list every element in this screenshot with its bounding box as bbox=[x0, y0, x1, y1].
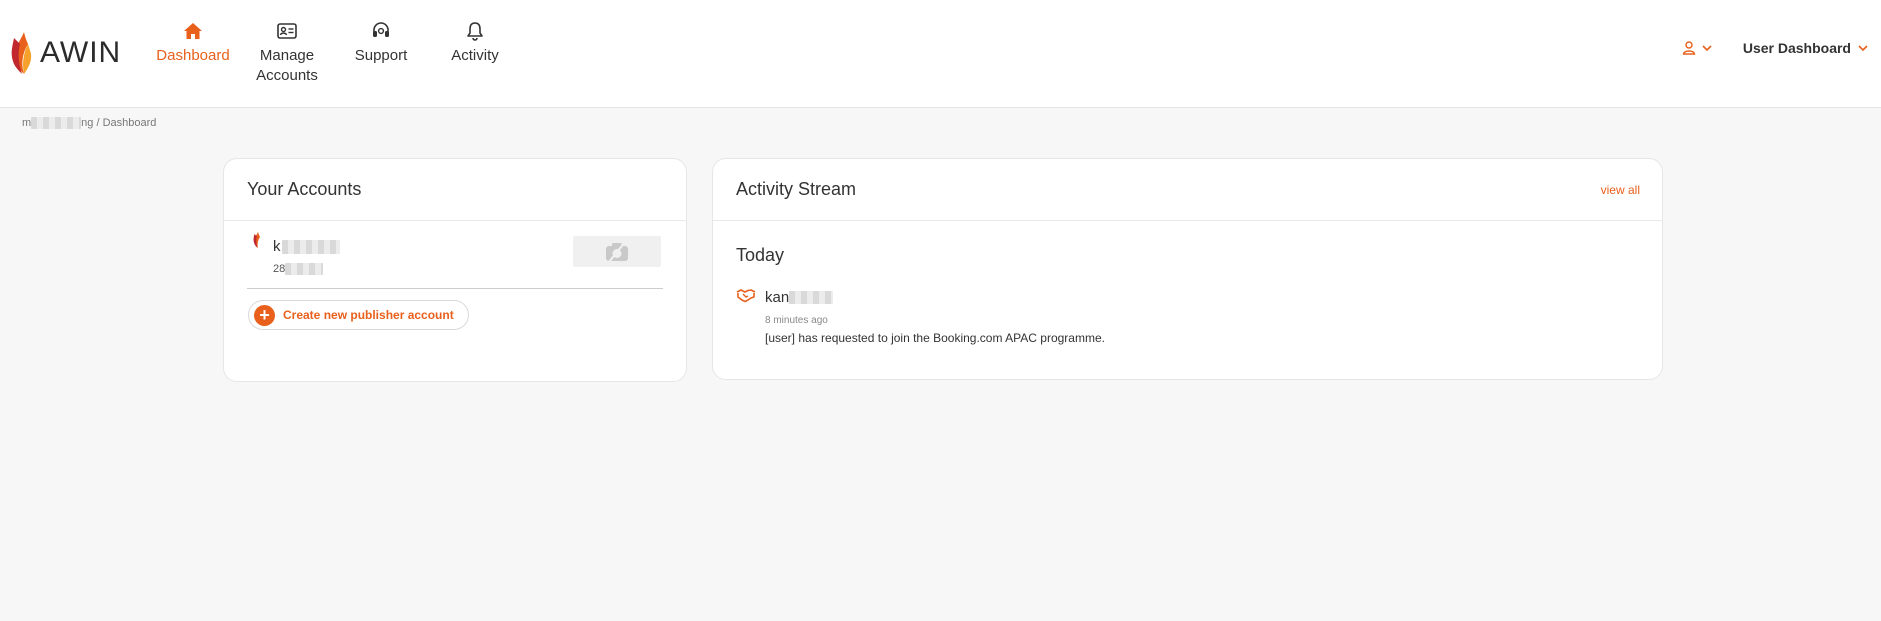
home-icon bbox=[182, 20, 204, 42]
redacted-text bbox=[281, 239, 340, 254]
activity-account-name-text: kan bbox=[765, 289, 790, 306]
nav-dashboard[interactable]: Dashboard bbox=[146, 20, 240, 86]
redacted-text bbox=[31, 117, 82, 129]
id-card-icon bbox=[276, 20, 298, 42]
day-heading: Today bbox=[736, 245, 785, 265]
chevron-down-icon bbox=[1858, 45, 1868, 52]
redacted-text bbox=[789, 291, 834, 304]
plus-icon: + bbox=[254, 304, 275, 326]
user-dashboard-label: User Dashboard bbox=[1742, 40, 1851, 56]
redacted-text bbox=[285, 263, 324, 275]
nav-dashboard-label: Dashboard bbox=[156, 47, 230, 64]
your-accounts-card: Your Accounts k 28 + Create new publishe… bbox=[223, 158, 687, 382]
breadcrumb-suffix: ng / Dashboard bbox=[81, 117, 157, 129]
view-all-link[interactable]: view all bbox=[1601, 183, 1640, 197]
account-name: k bbox=[273, 238, 340, 255]
user-area: User Dashboard bbox=[1682, 40, 1869, 56]
activity-message: [user] has requested to join the Booking… bbox=[765, 331, 1105, 345]
activity-account-name: kan bbox=[765, 289, 834, 306]
your-accounts-header: Your Accounts bbox=[224, 159, 686, 221]
bell-icon bbox=[464, 20, 486, 42]
awin-flame-icon bbox=[253, 232, 260, 248]
nav-support[interactable]: Support bbox=[334, 20, 428, 86]
your-accounts-title: Your Accounts bbox=[247, 179, 362, 199]
nav-activity-label: Activity bbox=[451, 47, 499, 64]
no-image-icon bbox=[606, 240, 628, 263]
account-logo-placeholder bbox=[573, 236, 661, 267]
account-name-text: k bbox=[273, 238, 281, 255]
user-menu-button[interactable] bbox=[1682, 41, 1713, 55]
awin-logo[interactable]: AWIN bbox=[10, 32, 121, 74]
user-dashboard-dropdown[interactable]: User Dashboard bbox=[1743, 40, 1869, 56]
nav-support-label: Support bbox=[354, 47, 408, 64]
headset-icon bbox=[370, 20, 392, 42]
main-nav: Dashboard Manage Accounts Support Activi… bbox=[146, 20, 522, 86]
create-publisher-account-button[interactable]: + Create new publisher account bbox=[248, 300, 469, 330]
user-icon bbox=[1682, 41, 1696, 55]
activity-timestamp: 8 minutes ago bbox=[765, 315, 828, 326]
awin-flame-logo-icon bbox=[11, 32, 32, 74]
create-publisher-account-label: Create new publisher account bbox=[283, 308, 454, 322]
nav-activity[interactable]: Activity bbox=[428, 20, 522, 86]
handshake-icon bbox=[736, 289, 756, 303]
account-id: 28 bbox=[273, 263, 324, 275]
top-navigation-bar: AWIN Dashboard Manage Accounts Support A… bbox=[0, 0, 1881, 108]
account-row[interactable]: k 28 bbox=[247, 232, 663, 289]
awin-logo-text: AWIN bbox=[40, 36, 122, 69]
nav-manage-accounts[interactable]: Manage Accounts bbox=[240, 20, 334, 86]
activity-stream-card: Activity Stream view all Today kan 8 min… bbox=[712, 158, 1663, 380]
breadcrumb-prefix[interactable]: m bbox=[22, 117, 31, 129]
nav-manage-accounts-label: Manage Accounts bbox=[256, 47, 318, 84]
activity-stream-title: Activity Stream bbox=[736, 179, 857, 199]
breadcrumb: m ng / Dashboard bbox=[22, 117, 156, 129]
account-id-text: 28 bbox=[273, 263, 286, 275]
activity-stream-header: Activity Stream view all bbox=[713, 159, 1662, 221]
chevron-down-icon bbox=[1702, 45, 1712, 52]
